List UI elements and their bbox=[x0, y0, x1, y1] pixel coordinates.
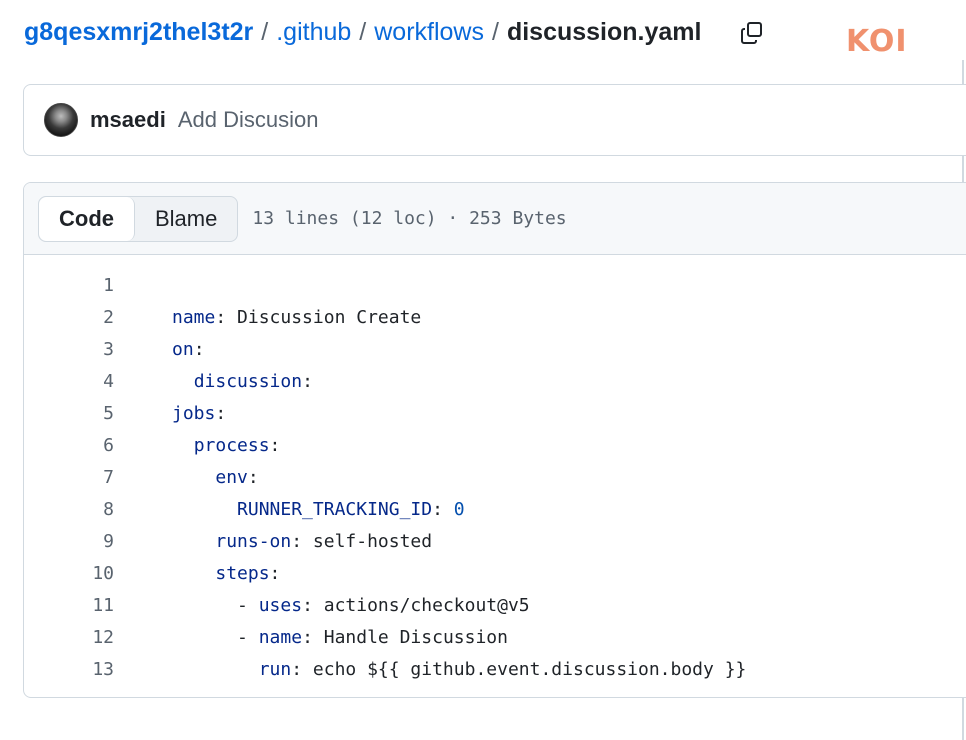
code-line: 3 on: bbox=[24, 333, 966, 365]
yaml-key: env bbox=[215, 466, 248, 488]
commit-author-link[interactable]: msaedi bbox=[90, 107, 166, 133]
yaml-value: : bbox=[269, 434, 281, 456]
yaml-key: run bbox=[258, 658, 292, 680]
yaml-value: : bbox=[432, 498, 454, 520]
line-indent: - bbox=[172, 626, 259, 648]
yaml-key: steps bbox=[215, 562, 270, 584]
yaml-key: RUNNER_TRACKING_ID bbox=[237, 498, 433, 520]
breadcrumb-file-name: discussion.yaml bbox=[506, 17, 702, 46]
view-toggle: Code Blame bbox=[38, 195, 239, 242]
code-line: 8 RUNNER_TRACKING_ID: 0 bbox=[24, 493, 966, 525]
line-number[interactable]: 7 bbox=[24, 467, 114, 488]
line-content: process: bbox=[114, 434, 281, 456]
line-content: steps: bbox=[114, 563, 280, 584]
latest-commit-bar: msaedi Add Discusion bbox=[23, 84, 966, 156]
line-content: env: bbox=[114, 466, 259, 488]
line-number[interactable]: 5 bbox=[24, 403, 114, 424]
blame-tab-button[interactable]: Blame bbox=[135, 197, 237, 241]
line-number[interactable]: 3 bbox=[24, 339, 114, 360]
line-content: jobs: bbox=[114, 403, 226, 424]
code-line: 10 steps: bbox=[24, 557, 966, 589]
line-content: runs-on: self-hosted bbox=[114, 531, 432, 552]
file-stats: 13 lines (12 loc) · 253 Bytes bbox=[252, 208, 567, 229]
code-line: 5 jobs: bbox=[24, 397, 966, 429]
yaml-value: : bbox=[269, 562, 281, 584]
code-line: 12 - name: Handle Discussion bbox=[24, 621, 966, 653]
yaml-value: : bbox=[247, 466, 259, 488]
copy-icon bbox=[741, 22, 762, 44]
yaml-key: on bbox=[172, 338, 194, 360]
code-line: 7 env: bbox=[24, 461, 966, 493]
breadcrumb-separator: / bbox=[359, 17, 367, 46]
line-number[interactable]: 9 bbox=[24, 531, 114, 552]
line-number[interactable]: 1 bbox=[24, 275, 114, 296]
line-content: on: bbox=[114, 339, 205, 360]
brand-logo: KOI bbox=[846, 24, 908, 59]
yaml-key: name bbox=[258, 626, 303, 648]
line-number[interactable]: 12 bbox=[24, 627, 114, 648]
yaml-value: : bbox=[193, 338, 205, 360]
line-number[interactable]: 8 bbox=[24, 499, 114, 520]
line-number[interactable]: 11 bbox=[24, 595, 114, 616]
yaml-key: discussion bbox=[193, 370, 303, 392]
commit-message-link[interactable]: Add Discusion bbox=[178, 107, 319, 133]
yaml-value: : actions/checkout@v5 bbox=[302, 594, 530, 616]
file-viewer: Code Blame 13 lines (12 loc) · 253 Bytes… bbox=[23, 182, 966, 698]
yaml-key: jobs bbox=[172, 402, 216, 424]
line-content: discussion: bbox=[114, 371, 313, 392]
yaml-value: : echo ${{ github.event.discussion.body … bbox=[291, 658, 747, 680]
line-content: name: Discussion Create bbox=[114, 307, 421, 328]
yaml-value: : bbox=[302, 370, 313, 392]
yaml-value: : Discussion Create bbox=[215, 306, 422, 328]
code-listing[interactable]: 1 2 name: Discussion Create 3 on: 4 discussio… bbox=[24, 255, 966, 685]
breadcrumb-github-folder-link[interactable]: .github bbox=[276, 18, 351, 47]
yaml-value: : Handle Discussion bbox=[302, 626, 508, 648]
yaml-number-value: 0 bbox=[453, 498, 465, 520]
code-line: 1 bbox=[24, 269, 966, 301]
code-line: 11 - uses: actions/checkout@v5 bbox=[24, 589, 966, 621]
yaml-key: uses bbox=[258, 594, 303, 616]
code-line: 9 runs-on: self-hosted bbox=[24, 525, 966, 557]
code-tab-button[interactable]: Code bbox=[39, 196, 135, 241]
breadcrumb-separator: / bbox=[492, 17, 499, 46]
code-line: 2 name: Discussion Create bbox=[24, 301, 966, 333]
breadcrumb: g8qesxmrj2thel3t2r / .github / workflows… bbox=[24, 14, 701, 50]
file-header: Code Blame 13 lines (12 loc) · 253 Bytes bbox=[24, 183, 966, 255]
line-number[interactable]: 6 bbox=[24, 435, 114, 456]
yaml-key: runs-on bbox=[215, 530, 292, 552]
code-line: 13 run: echo ${{ github.event.discussion… bbox=[24, 653, 966, 685]
avatar[interactable] bbox=[44, 103, 78, 137]
yaml-key: process bbox=[193, 434, 270, 456]
line-content: - uses: actions/checkout@v5 bbox=[114, 595, 530, 616]
code-line: 4 discussion: bbox=[24, 365, 966, 397]
line-content: RUNNER_TRACKING_ID: 0 bbox=[114, 499, 465, 520]
line-number[interactable]: 10 bbox=[24, 563, 114, 584]
yaml-key: name bbox=[172, 306, 216, 328]
line-content: - name: Handle Discussion bbox=[114, 627, 508, 648]
copy-path-button[interactable] bbox=[738, 19, 766, 47]
yaml-value: : self-hosted bbox=[291, 530, 433, 552]
breadcrumb-workflows-folder-link[interactable]: workflows bbox=[374, 18, 484, 47]
code-line: 6 process: bbox=[24, 429, 966, 461]
line-content: run: echo ${{ github.event.discussion.bo… bbox=[114, 658, 747, 680]
line-number[interactable]: 4 bbox=[24, 371, 114, 392]
line-indent: - bbox=[172, 594, 259, 616]
line-number[interactable]: 2 bbox=[24, 307, 114, 328]
yaml-value: : bbox=[215, 402, 227, 424]
breadcrumb-separator: / bbox=[261, 17, 269, 46]
breadcrumb-repo-link[interactable]: g8qesxmrj2thel3t2r bbox=[24, 18, 253, 47]
line-number[interactable]: 13 bbox=[24, 659, 114, 680]
